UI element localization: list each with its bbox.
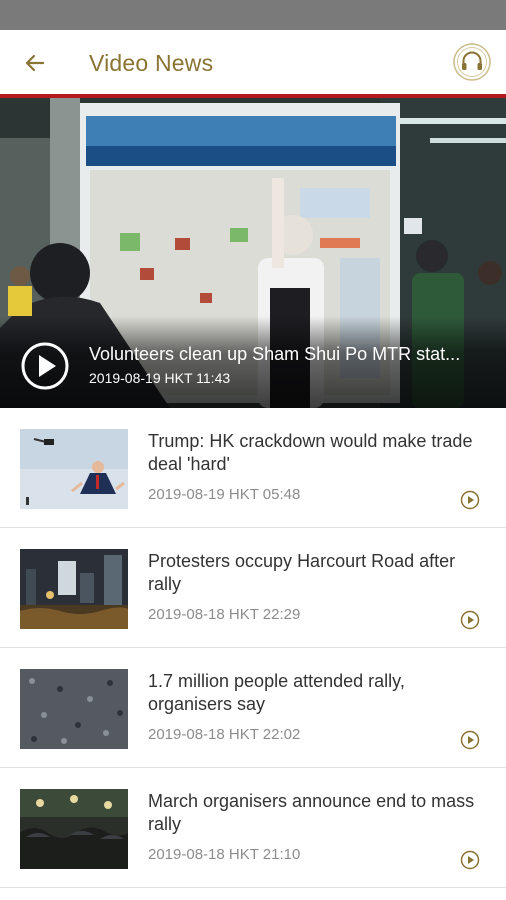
news-item[interactable]: 1.7 million people attended rally, organ… [0, 648, 506, 768]
featured-video[interactable]: Volunteers clean up Sham Shui Po MTR sta… [0, 98, 506, 408]
news-thumbnail [20, 669, 128, 749]
play-circle-icon[interactable] [460, 850, 480, 870]
featured-timestamp: 2019-08-19 HKT 11:43 [89, 370, 231, 386]
back-button[interactable] [20, 48, 50, 78]
news-item[interactable]: March organisers announce end to mass ra… [0, 768, 506, 888]
news-title: Trump: HK crackdown would make trade dea… [148, 431, 473, 474]
news-timestamp: 2019-08-18 HKT 22:02 [148, 726, 301, 743]
news-thumbnail [20, 789, 128, 869]
audio-button[interactable] [452, 42, 492, 82]
status-bar [0, 0, 506, 30]
play-circle-icon[interactable] [460, 730, 480, 750]
headphones-icon [453, 43, 491, 81]
play-circle-icon[interactable] [460, 610, 480, 630]
news-title: 1.7 million people attended rally, organ… [148, 671, 405, 714]
featured-title: Volunteers clean up Sham Shui Po MTR sta… [89, 344, 461, 364]
app-bar: Video News [0, 30, 506, 94]
news-thumbnail [20, 429, 128, 509]
play-circle-icon[interactable] [20, 341, 70, 391]
arrow-left-icon [25, 54, 45, 72]
news-item[interactable]: Protesters occupy Harcourt Road after ra… [0, 528, 506, 648]
news-timestamp: 2019-08-19 HKT 05:48 [148, 486, 301, 503]
news-timestamp: 2019-08-18 HKT 21:10 [148, 846, 301, 863]
news-item[interactable]: Trump: HK crackdown would make trade dea… [0, 408, 506, 528]
news-list: Trump: HK crackdown would make trade dea… [0, 408, 506, 888]
news-title: March organisers announce end to mass ra… [148, 791, 475, 834]
play-circle-icon[interactable] [460, 490, 480, 510]
news-timestamp: 2019-08-18 HKT 22:29 [148, 606, 301, 623]
news-title: Protesters occupy Harcourt Road after ra… [148, 551, 456, 594]
page-title: Video News [89, 50, 214, 76]
news-thumbnail [20, 549, 128, 629]
